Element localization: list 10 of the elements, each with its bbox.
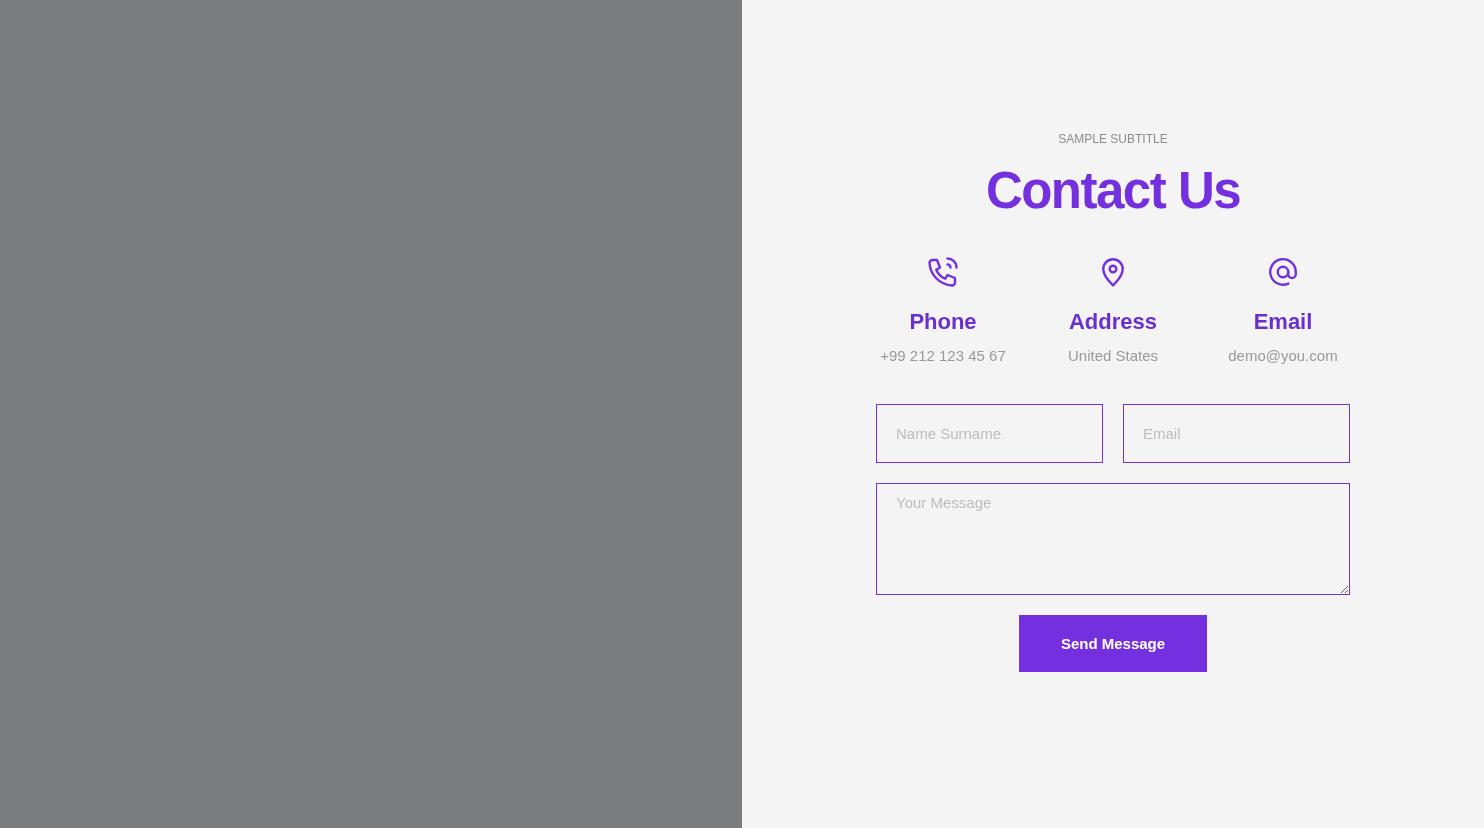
phone-icon [925,254,961,290]
page-title: Contact Us [985,161,1241,221]
contact-label: Email [1253,308,1313,336]
section-subtitle: SAMPLE SUBTITLE [1058,131,1168,147]
contact-value: demo@you.com [1228,346,1338,366]
contact-value: United States [1067,346,1159,366]
contact-label: Phone [909,308,977,336]
send-button[interactable]: Send Message [1019,615,1207,672]
contact-value: +99 212 123 45 67 [880,346,1006,366]
contact-label: Address [1068,308,1157,336]
